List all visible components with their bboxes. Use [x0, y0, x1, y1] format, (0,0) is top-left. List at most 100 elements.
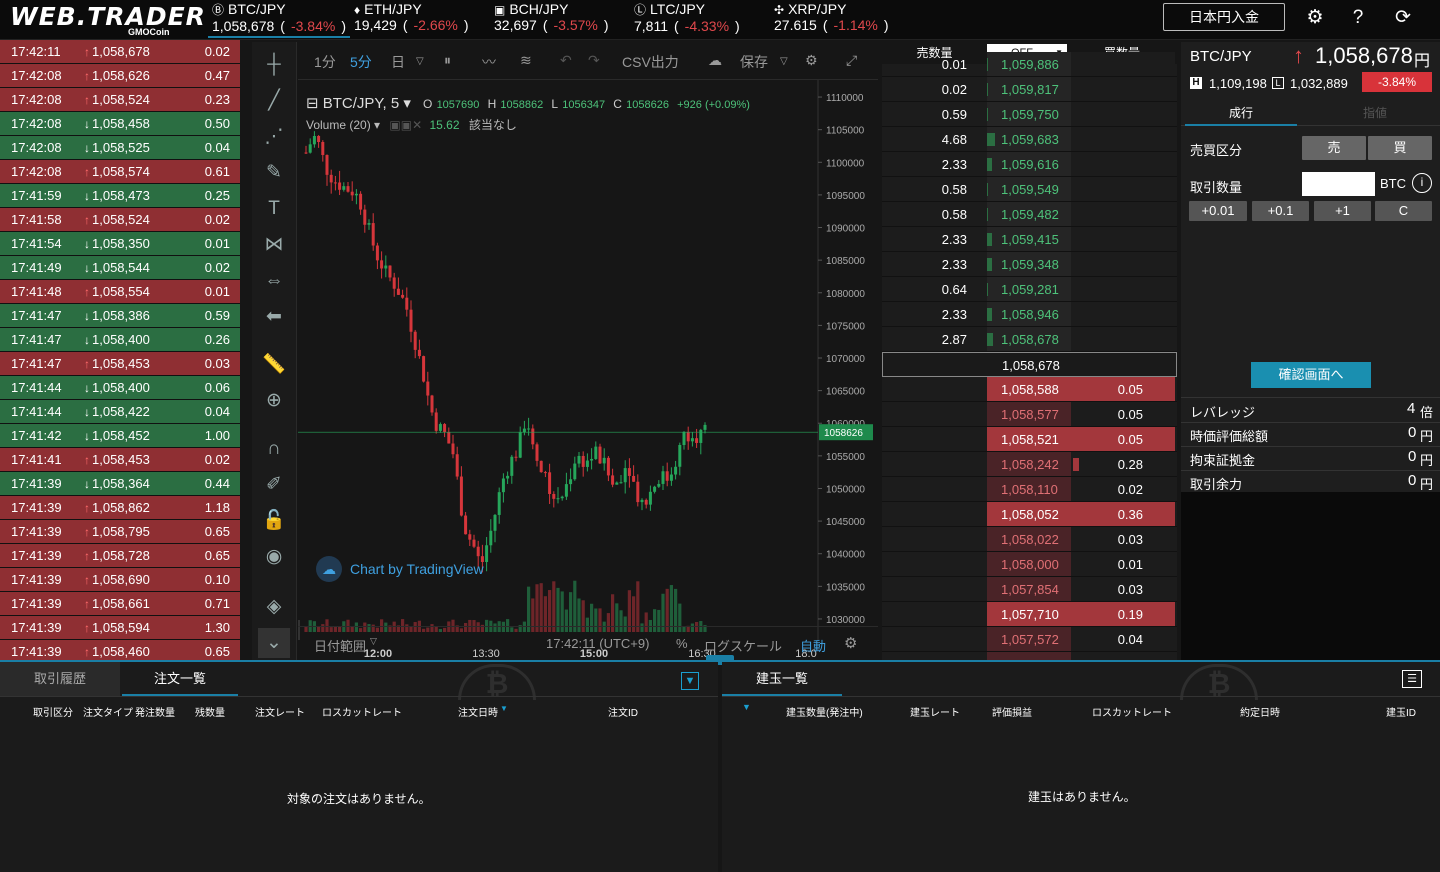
ruler-icon[interactable]: 📏 — [258, 350, 290, 380]
ticker-bch-jpy[interactable]: ▣ BCH/JPY 32,697(-3.57%) — [490, 0, 613, 38]
ticker-xrp-jpy[interactable]: ✣ XRP/JPY 27.615(-1.14%) — [770, 0, 893, 38]
measure-icon[interactable]: ⇔ — [258, 266, 290, 296]
settings-icon[interactable]: ⚙ — [805, 52, 818, 69]
fib-icon[interactable]: ⋰ — [258, 122, 290, 152]
column-header[interactable]: 注文レート — [255, 704, 305, 719]
bid-row[interactable]: 1,057,710 0.19 — [882, 602, 1177, 627]
date-range-button[interactable]: 日付範囲 — [314, 636, 366, 655]
ask-row[interactable]: 0.58 1,059,482 — [882, 202, 1177, 227]
tab-trade-history[interactable]: 取引履歴 — [0, 662, 120, 696]
info-icon[interactable]: i — [1412, 173, 1432, 193]
ask-row[interactable]: 0.58 1,059,549 — [882, 177, 1177, 202]
column-header[interactable]: ロスカットレート — [1092, 704, 1172, 719]
save-button[interactable]: 保存 — [740, 52, 768, 72]
tradingview-watermark[interactable]: ☁ Chart by TradingView — [316, 556, 484, 582]
magnet-icon[interactable]: ∩ — [258, 434, 290, 464]
zoom-icon[interactable]: ⊕ — [258, 386, 290, 416]
bid-row[interactable]: 1,058,577 0.05 — [882, 402, 1177, 427]
clear-button[interactable]: C — [1375, 201, 1432, 221]
tab-market[interactable]: 成行 — [1185, 100, 1297, 126]
unlock-icon[interactable]: 🔓 — [258, 506, 290, 536]
column-header[interactable]: 建玉レート — [910, 704, 960, 719]
column-header[interactable]: 注文タイプ — [83, 704, 133, 719]
gear-icon[interactable]: ⚙ — [844, 634, 857, 652]
list-icon[interactable]: ☰ — [1402, 670, 1422, 688]
column-header[interactable]: 取引区分 — [33, 704, 73, 719]
confirm-button[interactable]: 確認画面へ — [1251, 362, 1371, 388]
interval-5m[interactable]: 5分 — [350, 52, 372, 72]
ticker-ltc-jpy[interactable]: Ⓛ LTC/JPY 7,811(-4.33%) — [630, 0, 744, 38]
gear-icon[interactable]: ⚙ — [1302, 6, 1328, 30]
bid-row[interactable]: 1,058,022 0.03 — [882, 527, 1177, 552]
sell-button[interactable]: 売 — [1302, 136, 1366, 160]
back-arrow-icon[interactable]: ⬅ — [258, 302, 290, 332]
filter-icon[interactable]: ▼ — [681, 672, 699, 690]
trendline-icon[interactable]: ╱ — [258, 86, 290, 116]
column-header[interactable]: 評価損益 — [992, 704, 1032, 719]
qty-input[interactable] — [1302, 172, 1375, 196]
chevron-down-icon[interactable]: ▽ — [370, 636, 377, 647]
ask-row[interactable]: 2.33 1,059,616 — [882, 152, 1177, 177]
column-header[interactable]: 残数量 — [195, 704, 225, 719]
column-header[interactable]: 建玉数量(発注中) — [786, 704, 863, 719]
bid-row[interactable]: 1,058,052 0.36 — [882, 502, 1177, 527]
ticker-eth-jpy[interactable]: ♦ ETH/JPY 19,429(-2.66%) — [350, 0, 473, 38]
column-header[interactable]: 発注数量 — [135, 704, 175, 719]
percent-toggle[interactable]: % — [676, 636, 688, 651]
increment-01-button[interactable]: +0.1 — [1252, 201, 1309, 221]
increment-001-button[interactable]: +0.01 — [1189, 201, 1247, 221]
increment-1-button[interactable]: +1 — [1314, 201, 1371, 221]
column-header[interactable]: 注文ID — [608, 704, 638, 719]
text-icon[interactable]: T — [258, 194, 290, 224]
bid-row[interactable]: 1,057,5110.07 — [882, 652, 1177, 660]
sort-down-icon[interactable]: ▼ — [742, 702, 751, 712]
price-chart[interactable]: 1分 5分 日 ▽ ⏸ 〰 ≋ ↶ ↷ CSV出力 ☁ 保存 ▽ ⚙ ⤢ 111… — [298, 42, 878, 660]
ask-row[interactable]: 2.87 1,058,678 — [882, 327, 1177, 352]
ask-row[interactable]: 0.64 1,059,281 — [882, 277, 1177, 302]
ticker-btc-jpy[interactable]: Ⓑ BTC/JPY 1,058,678(-3.84%) — [208, 0, 350, 38]
csv-button[interactable]: CSV出力 — [622, 52, 679, 72]
bid-row[interactable]: 1,057,572 0.04 — [882, 627, 1177, 652]
chevron-down-icon[interactable]: ▽ — [416, 56, 424, 67]
ask-row[interactable]: 0.02 1,059,817 — [882, 77, 1177, 102]
undo-icon[interactable]: ↶ — [560, 52, 572, 69]
column-header[interactable]: ロスカットレート — [322, 704, 402, 719]
bid-row[interactable]: 1,058,588 0.05 — [882, 377, 1177, 402]
refresh-icon[interactable]: ⟳ — [1390, 6, 1416, 30]
ask-row[interactable]: 2.33 1,058,946 — [882, 302, 1177, 327]
crosshair-icon[interactable]: ┼ — [258, 50, 290, 80]
eye-icon[interactable]: ◉ — [258, 542, 290, 572]
column-header[interactable]: 約定日時 — [1240, 704, 1280, 719]
ask-row[interactable]: 2.33 1,059,348 — [882, 252, 1177, 277]
candle-type-icon[interactable]: ⏸ — [444, 52, 451, 69]
ask-row[interactable]: 2.33 1,059,415 — [882, 227, 1177, 252]
interval-1m[interactable]: 1分 — [314, 52, 336, 72]
collapse-icon[interactable]: ⌄ — [258, 628, 290, 658]
redo-icon[interactable]: ↷ — [588, 52, 600, 69]
bid-row[interactable]: 1,058,000 0.01 — [882, 552, 1177, 577]
chevron-down-icon[interactable]: ▽ — [780, 56, 788, 67]
deposit-button[interactable]: 日本円入金 — [1163, 3, 1285, 31]
bid-row[interactable]: 1,058,242 0.28 — [882, 452, 1177, 477]
cloud-icon[interactable]: ☁ — [708, 52, 722, 69]
brush-icon[interactable]: ✎ — [258, 158, 290, 188]
interval-day[interactable]: 日 — [391, 52, 405, 72]
column-header[interactable]: 建玉ID — [1386, 704, 1416, 719]
lock-drawing-icon[interactable]: ✐ — [258, 470, 290, 500]
tab-order-list[interactable]: 注文一覧 — [122, 662, 238, 696]
column-header[interactable]: 注文日時 — [458, 704, 498, 719]
sort-down-icon[interactable]: ▼ — [500, 704, 508, 713]
help-icon[interactable]: ? — [1345, 6, 1371, 30]
bid-row[interactable]: 1,057,854 0.03 — [882, 577, 1177, 602]
ask-row[interactable]: 0.01 1,059,886 — [882, 52, 1177, 77]
bid-row[interactable]: 1,058,110 0.02 — [882, 477, 1177, 502]
bid-row[interactable]: 1,058,521 0.05 — [882, 427, 1177, 452]
volume-controls-icon[interactable]: ▣▣✕ — [389, 118, 422, 132]
tab-positions[interactable]: 建玉一覧 — [722, 662, 842, 696]
layers-icon[interactable]: ◈ — [258, 592, 290, 622]
tab-limit[interactable]: 指値 — [1315, 100, 1435, 126]
log-toggle[interactable]: ログスケール — [704, 636, 782, 655]
ask-row[interactable]: 0.59 1,059,750 — [882, 102, 1177, 127]
auto-toggle[interactable]: 自動 — [800, 636, 826, 655]
fullscreen-icon[interactable]: ⤢ — [846, 52, 857, 69]
